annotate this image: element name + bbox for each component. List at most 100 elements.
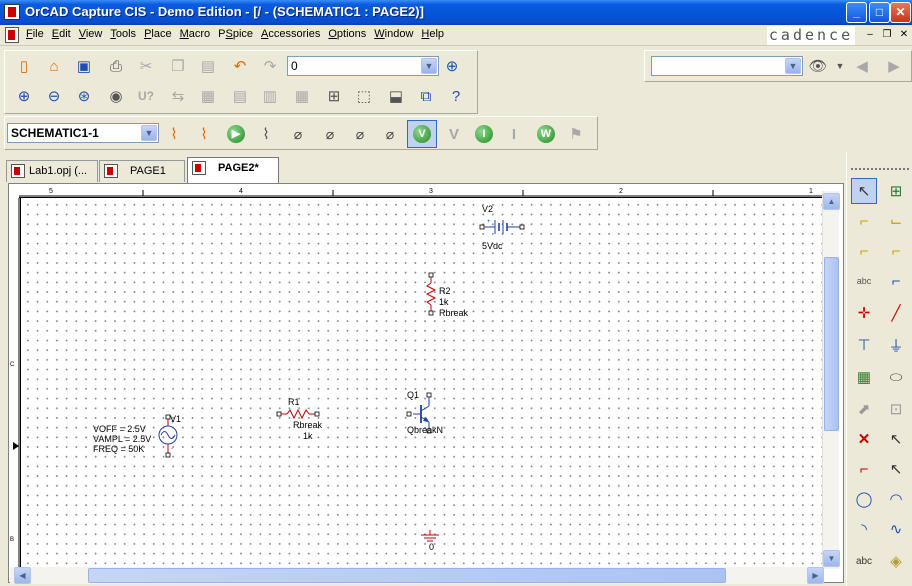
project-manager-icon[interactable]: ⧉ [415, 85, 437, 107]
area-select-icon[interactable]: ⬚ [353, 85, 375, 107]
v1-vampl[interactable]: VAMPL = 2.5V [93, 434, 151, 444]
place-picture-icon[interactable]: ◈ [883, 548, 909, 574]
v2-value[interactable]: 5Vdc [482, 241, 503, 251]
voltage-diff-marker-icon[interactable]: ⌀ [319, 123, 341, 145]
polyline-icon[interactable]: ⌐ [851, 456, 877, 482]
app-icon[interactable] [4, 4, 20, 20]
zoom-in-icon[interactable]: ⊕ [13, 85, 35, 107]
run-simulation-icon[interactable]: ▶ [227, 125, 245, 143]
copy-icon[interactable]: ❐ [167, 55, 189, 77]
menu-view[interactable]: View [79, 28, 111, 40]
zoom-all-icon[interactable]: ◉ [105, 85, 127, 107]
tab-project[interactable]: Lab1.opj (... [6, 160, 98, 182]
auto-wire-multi-icon[interactable]: ⌐ [883, 238, 909, 264]
elliptical-arc-icon[interactable]: ◝ [851, 516, 877, 542]
tab-page2[interactable]: PAGE2* [187, 157, 279, 183]
select-icon[interactable]: ↖ [851, 178, 877, 204]
ground-icon[interactable]: ⏚ [883, 332, 909, 358]
bezier-icon[interactable]: ∿ [883, 516, 909, 542]
bus-icon[interactable]: ⌐ [883, 268, 909, 294]
wire-icon[interactable]: ⌐ [851, 208, 877, 234]
zoom-combo[interactable]: 0 ▼ [287, 56, 439, 76]
place-part-icon[interactable]: ⊞ [883, 178, 909, 204]
horizontal-scroll-thumb[interactable] [88, 568, 726, 583]
minimize-button[interactable]: _ [846, 2, 867, 23]
zoom-in-icon[interactable]: ⊕ [441, 55, 463, 77]
pin-icon[interactable]: ⊡ [883, 396, 909, 422]
r1-reference[interactable]: R1 [288, 397, 300, 407]
arc-icon[interactable]: ◠ [883, 486, 909, 512]
line-icon[interactable]: ↖ [883, 426, 909, 452]
menu-place[interactable]: Place [144, 28, 180, 40]
vertical-scroll-thumb[interactable] [824, 257, 839, 431]
menu-accessories[interactable]: Accessories [261, 28, 328, 40]
search-combo[interactable]: ▼ [651, 56, 803, 76]
menu-file[interactable]: File [26, 28, 52, 40]
off-page-connector-icon[interactable]: ⬈ [851, 396, 877, 422]
r2-reference[interactable]: R2 [439, 286, 451, 296]
annotate-icon[interactable]: U? [135, 85, 157, 107]
open-icon[interactable]: ⌂ [43, 55, 65, 77]
q1-model[interactable]: QbreakN [407, 425, 443, 435]
new-simulation-profile-icon[interactable]: ⌇ [163, 123, 185, 145]
no-connect-icon[interactable]: ✕ [851, 426, 877, 452]
binoculars-icon[interactable]: 👁 [807, 55, 829, 77]
cross-ref-icon[interactable]: ▥ [259, 85, 281, 107]
scroll-up-button[interactable]: ▲ [823, 193, 840, 210]
auto-wire-icon[interactable]: ⌐ [851, 238, 877, 264]
drag-icon[interactable]: ⬓ [385, 85, 407, 107]
r2-resistor[interactable] [425, 272, 437, 316]
hierarchical-block-icon[interactable]: ▦ [851, 364, 877, 390]
horizontal-scrollbar[interactable]: ◀ ▶ [10, 567, 824, 584]
close-button[interactable]: ✕ [890, 2, 911, 23]
menu-tools[interactable]: Tools [110, 28, 144, 40]
paste-icon[interactable]: ▤ [197, 55, 219, 77]
chevron-down-icon[interactable]: ▼ [421, 58, 437, 74]
power-icon[interactable]: ⊤ [851, 332, 877, 358]
menu-window[interactable]: Window [374, 28, 421, 40]
menu-help[interactable]: Help [421, 28, 452, 40]
save-icon[interactable]: ▣ [73, 55, 95, 77]
r1-model[interactable]: Rbreak [293, 420, 322, 430]
palette-grip[interactable] [851, 168, 909, 171]
r1-value[interactable]: 1k [303, 431, 313, 441]
maximize-button[interactable]: □ [869, 2, 890, 23]
document-icon[interactable] [5, 27, 19, 43]
current-gray-icon[interactable]: I [503, 123, 525, 145]
menu-edit[interactable]: Edit [52, 28, 79, 40]
view-simulation-results-icon[interactable]: ⌇ [255, 123, 277, 145]
current-marker-icon[interactable]: ⌀ [349, 123, 371, 145]
ground-symbol[interactable] [421, 530, 439, 542]
snap-grid-icon[interactable]: ⊞ [323, 85, 345, 107]
port-icon[interactable]: ⬭ [883, 364, 909, 390]
schematic-combo[interactable]: SCHEMATIC1-1 ▼ [7, 123, 159, 143]
ground-label[interactable]: 0 [429, 542, 434, 552]
netlist-icon[interactable]: ▤ [229, 85, 251, 107]
drc-icon[interactable]: ▦ [197, 85, 219, 107]
mdi-restore-button[interactable]: ❐ [879, 28, 895, 43]
r1-resistor[interactable] [276, 408, 320, 420]
print-icon[interactable]: ⎙ [105, 55, 127, 77]
q1-reference[interactable]: Q1 [407, 390, 419, 400]
vertical-scrollbar[interactable]: ▲ ▼ [822, 191, 840, 569]
zoom-out-icon[interactable]: ⊖ [43, 85, 65, 107]
v1-voff[interactable]: VOFF = 2.5V [93, 424, 146, 434]
chevron-down-icon[interactable]: ▼ [785, 58, 801, 74]
bias-current-icon[interactable]: I [475, 125, 493, 143]
v2-dc-source[interactable]: + [479, 219, 525, 234]
cut-icon[interactable]: ✂ [135, 55, 157, 77]
chevron-down-icon[interactable]: ▼ [141, 125, 157, 141]
voltage-marker-icon[interactable]: ⌀ [287, 123, 309, 145]
scroll-right-button[interactable]: ▶ [807, 567, 824, 584]
v1-reference[interactable]: V1 [170, 414, 181, 424]
v1-freq[interactable]: FREQ = 50K [93, 444, 144, 454]
zoom-area-icon[interactable]: ⊛ [73, 85, 95, 107]
r2-value[interactable]: 1k [439, 297, 449, 307]
redo-icon[interactable]: ↷ [259, 55, 281, 77]
junction-icon[interactable]: ✛ [851, 300, 877, 326]
net-group-icon[interactable]: ⌙ [883, 208, 909, 234]
net-alias-icon[interactable]: abc [851, 268, 877, 294]
undo-icon[interactable]: ↶ [229, 55, 251, 77]
rectangle-icon[interactable]: ↖ [883, 456, 909, 482]
r2-model[interactable]: Rbreak [439, 308, 468, 318]
